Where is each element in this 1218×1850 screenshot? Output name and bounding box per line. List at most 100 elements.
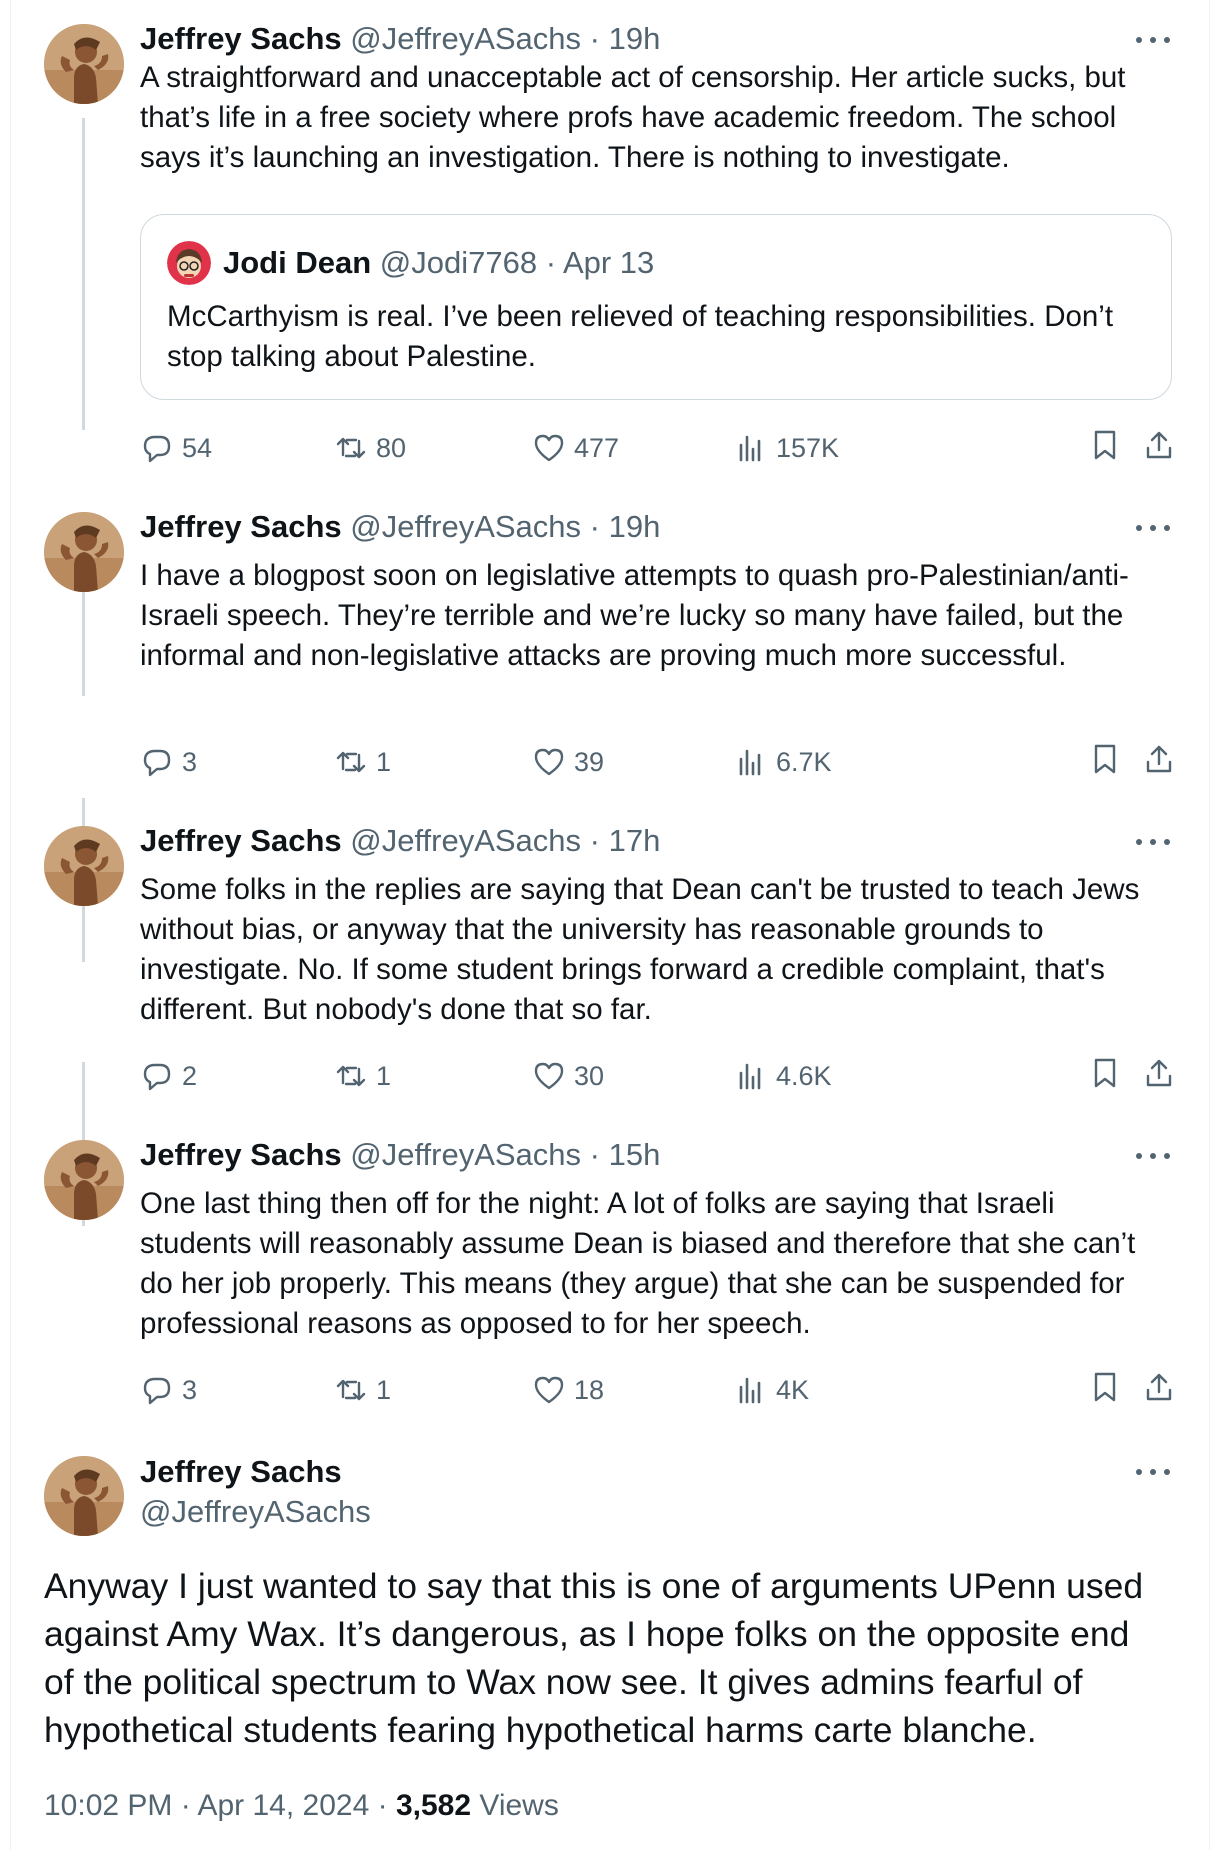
likes-count: 477 [574, 433, 620, 463]
views-count: 4K [776, 1375, 810, 1405]
action-bar: 54 80 477 157K [140, 428, 1172, 468]
more-icon[interactable] [1136, 1462, 1170, 1482]
share-button[interactable] [1142, 1370, 1176, 1404]
author-name[interactable]: Jeffrey Sachs [140, 21, 342, 56]
replies-count: 54 [182, 433, 213, 463]
like-button[interactable]: 477 [532, 428, 619, 468]
replies-count: 3 [182, 747, 198, 777]
share-button[interactable] [1142, 742, 1176, 776]
author-name[interactable]: Jeffrey Sachs [140, 1452, 342, 1492]
more-icon[interactable] [1136, 1146, 1170, 1166]
separator-dot: · [589, 1137, 600, 1172]
bookmark-icon [1094, 430, 1116, 460]
likes-count: 39 [574, 747, 605, 777]
author-handle[interactable]: @JeffreyASachs [350, 509, 581, 544]
reply-button[interactable]: 2 [140, 1056, 197, 1096]
retweet-button[interactable]: 80 [334, 428, 406, 468]
author-handle[interactable]: @JeffreyASachs [350, 21, 581, 56]
avatar[interactable] [44, 1140, 124, 1220]
views-button[interactable]: 4K [734, 1370, 809, 1410]
author-name[interactable]: Jeffrey Sachs [140, 823, 342, 858]
like-button[interactable]: 18 [532, 1370, 604, 1410]
bookmark-button[interactable] [1088, 1370, 1122, 1404]
statue-avatar-icon [44, 512, 124, 592]
views-count: 3,582 [395, 1789, 472, 1822]
share-icon [1146, 1059, 1172, 1087]
tweet-header: Jeffrey Sachs @JeffreyASachs · 19h [140, 508, 660, 546]
views-button[interactable]: 6.7K [734, 742, 832, 782]
share-icon [1146, 431, 1172, 459]
retweet-button[interactable]: 1 [334, 1056, 391, 1096]
bookmark-button[interactable] [1088, 1056, 1122, 1090]
tweet-header: Jeffrey Sachs @JeffreyASachs · 15h [140, 1136, 660, 1174]
views-icon [739, 1063, 761, 1090]
quoted-avatar [167, 241, 211, 285]
quoted-tweet[interactable]: Jodi Dean @Jodi7768 · Apr 13 McCarthyism… [140, 214, 1172, 400]
views-label: Views [479, 1789, 559, 1822]
author-handle[interactable]: @JeffreyASachs [350, 823, 581, 858]
retweet-icon [336, 437, 366, 459]
retweets-count: 1 [376, 1061, 392, 1091]
author-handle[interactable]: @JeffreyASachs [140, 1492, 371, 1532]
share-button[interactable] [1142, 1056, 1176, 1090]
reply-button[interactable]: 3 [140, 1370, 197, 1410]
tweet-text: Some folks in the replies are saying tha… [140, 873, 1140, 1026]
quoted-text: McCarthyism is real. I’ve been relieved … [167, 300, 1114, 373]
action-bar: 3 1 18 4K [140, 1370, 1172, 1410]
share-icon [1146, 745, 1172, 773]
tweet-meta: 10:02 PM · Apr 14, 2024 · 3,582 Views [44, 1786, 559, 1826]
reply-icon [143, 749, 171, 777]
bookmark-icon [1094, 1372, 1116, 1402]
author-handle[interactable]: @JeffreyASachs [350, 1137, 581, 1172]
tweet-time[interactable]: 19h [609, 509, 661, 544]
quoted-author-name: Jodi Dean [223, 245, 372, 280]
quoted-author-handle: @Jodi7768 [379, 245, 538, 280]
tweet-text: One last thing then off for the night: A… [140, 1187, 1136, 1340]
tweet-time[interactable]: 10:02 PM [44, 1789, 172, 1822]
more-icon[interactable] [1136, 832, 1170, 852]
reply-button[interactable]: 54 [140, 428, 212, 468]
thread-line [82, 118, 85, 430]
bookmark-button[interactable] [1088, 742, 1122, 776]
action-bar: 3 1 39 6.7K [140, 742, 1172, 782]
reply-icon [143, 435, 171, 463]
avatar[interactable] [44, 24, 124, 104]
quoted-date: Apr 13 [562, 245, 655, 280]
replies-count: 2 [182, 1061, 198, 1091]
more-icon[interactable] [1136, 518, 1170, 538]
bookmark-icon [1094, 1058, 1116, 1088]
statue-avatar-icon [44, 826, 124, 906]
retweet-icon [336, 1379, 366, 1401]
retweet-button[interactable]: 1 [334, 1370, 391, 1410]
retweet-icon [336, 1065, 366, 1087]
retweets-count: 1 [376, 1375, 392, 1405]
reply-button[interactable]: 3 [140, 742, 197, 782]
author-name[interactable]: Jeffrey Sachs [140, 509, 342, 544]
tweet-date[interactable]: Apr 14, 2024 [197, 1789, 369, 1822]
tweet-time[interactable]: 17h [609, 823, 661, 858]
author-name[interactable]: Jeffrey Sachs [140, 1137, 342, 1172]
action-bar: 2 1 30 4.6K [140, 1056, 1172, 1096]
tweet-header: Jeffrey Sachs @JeffreyASachs · 17h [140, 822, 660, 860]
avatar[interactable] [44, 826, 124, 906]
more-icon[interactable] [1136, 30, 1170, 50]
quoted-header: Jodi Dean @Jodi7768 · Apr 13 [223, 243, 654, 283]
avatar[interactable] [44, 1456, 124, 1536]
like-icon [534, 748, 564, 776]
share-button[interactable] [1142, 428, 1176, 462]
retweets-count: 80 [376, 433, 407, 463]
like-button[interactable]: 39 [532, 742, 604, 782]
separator-dot: · [589, 509, 600, 544]
tweet-time[interactable]: 15h [609, 1137, 661, 1172]
bookmark-button[interactable] [1088, 428, 1122, 462]
tweet-time[interactable]: 19h [609, 21, 661, 56]
share-icon [1146, 1373, 1172, 1401]
views-button[interactable]: 157K [734, 428, 839, 468]
views-button[interactable]: 4.6K [734, 1056, 832, 1096]
statue-avatar-icon [44, 1456, 124, 1536]
like-button[interactable]: 30 [532, 1056, 604, 1096]
likes-count: 30 [574, 1061, 605, 1091]
separator-dot: · [180, 1789, 191, 1822]
avatar[interactable] [44, 512, 124, 592]
retweet-button[interactable]: 1 [334, 742, 391, 782]
